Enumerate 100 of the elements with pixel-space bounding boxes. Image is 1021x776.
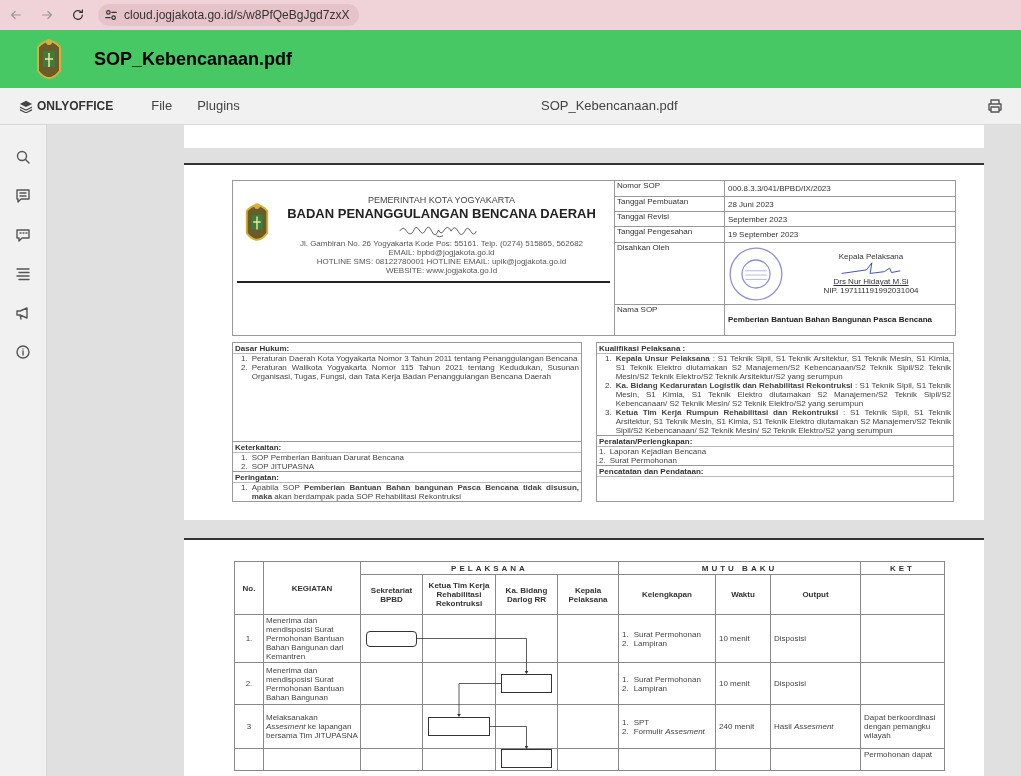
- list-item: Ka. Bidang Kedaruratan Logistik dan Rehabilitasi Rekontruksi : S1 Teknik Sipil, S1 Teknik Mesin, S1 Kimia, S1 Teknik Elektro diutamakan S2 Manajemen/S2 Teknik Sipil/S2 Kebencanaan/ S2 Teknik Mesin/ S2 Teknik Elektro/S2 yang serumpun: [615, 381, 951, 408]
- section-heading: Keterkaitan:: [233, 442, 581, 453]
- list-number: 1.: [605, 354, 612, 365]
- megaphone-icon[interactable]: [15, 305, 31, 321]
- connector-arrow: [457, 683, 502, 717]
- activity-text: Menerima dan mendisposisi Surat Permohonan Bantuan Bahan Bangunan dari Kemantren: [266, 616, 345, 661]
- list-number: 2.: [241, 363, 248, 374]
- duration-text: 10 menit: [719, 679, 750, 688]
- list-item: Formulir Assesment: [633, 726, 705, 736]
- activity-text: Melaksanakan Assesment ke lapangan bersama Tim JITUPASNA: [266, 713, 358, 740]
- connector-arrow: [489, 726, 529, 749]
- list-number: 1.: [241, 453, 248, 462]
- section-heading: Kualifikasi Pelaksana :: [597, 343, 953, 354]
- field-label: Tanggal Revisi: [617, 212, 670, 221]
- signer-position: Kepala Pelaksana: [838, 252, 904, 261]
- flowchart-box: [501, 674, 552, 693]
- duration-text: 10 menit: [719, 634, 750, 643]
- search-icon[interactable]: [15, 149, 31, 165]
- field-value: 000.8.3.3/041/BPBD/IX/2023: [728, 184, 831, 193]
- file-title: SOP_Kebencanaan.pdf: [94, 47, 293, 71]
- headings-list-icon[interactable]: [15, 266, 31, 282]
- column-header: Output: [770, 574, 861, 615]
- duration-text: 240 menit: [719, 722, 755, 731]
- field-value: 28 Juni 2023: [728, 199, 774, 209]
- list-item: Laporan Kejadian Bencana: [609, 447, 708, 456]
- agency-name: BADAN PENANGGULANGAN BENCANA DAERAH: [287, 206, 596, 221]
- field-label: Disahkan Oleh: [617, 243, 670, 252]
- print-icon[interactable]: [987, 98, 1003, 114]
- government-name: PEMERINTAH KOTA YOGYAKARTA: [367, 195, 515, 206]
- list-number: 2.: [241, 462, 248, 471]
- section-heading: Dasar Hukum:: [233, 343, 581, 354]
- list-item: SOP JITUPASNA: [251, 462, 316, 471]
- list-item: Kepala Unsur Pelaksana : S1 Teknik Sipil, S1 Teknik Arsitektur, S1 Teknik Mesin, S1 Kimia, S1 Teknik Elektro diutamakan S2 Manajemen/S2 Kebencanaan/S2 Teknik Sipil/S2 Teknik Mesin/S2 Teknik Elektro/S2 Teknik Arsitektur/S2 yang serumpun: [615, 354, 951, 381]
- field-value: 19 September 2023: [728, 230, 799, 239]
- column-header: No.: [234, 561, 264, 615]
- menu-item[interactable]: File: [151, 96, 173, 116]
- field-value: September 2023: [728, 214, 788, 224]
- output-text: Hasil Assesment: [774, 722, 834, 731]
- list-number: 2.: [622, 638, 629, 648]
- field-label: Nomor SOP: [617, 181, 661, 190]
- official-stamp-drawing: [728, 245, 784, 302]
- reload-icon[interactable]: [71, 8, 85, 22]
- address-line: HOTLINE SMS: 08122780001 HOTLINE EMAIL: upik@jogjakota.go.id: [316, 257, 567, 266]
- column-header: Waktu: [715, 574, 771, 615]
- menu-item[interactable]: Plugins: [197, 96, 240, 116]
- signer-name: Drs Nur Hidayat M.Si: [833, 277, 909, 286]
- list-number: 1.: [241, 354, 248, 363]
- comment-icon[interactable]: [15, 188, 31, 204]
- column-header: Ka. Bidang Darlog RR: [495, 574, 558, 615]
- column-header: Sekretariat BPBD: [360, 574, 423, 615]
- address-line: EMAIL: bpbd@jogjakota.go.id: [388, 248, 495, 257]
- output-text: Disposisi: [774, 679, 806, 688]
- list-item: Surat Permohonan: [633, 629, 701, 639]
- list-item: Lampiran: [633, 638, 668, 648]
- field-label: Tanggal Pengesahan: [617, 227, 693, 236]
- flowchart-box: [501, 749, 552, 768]
- list-number: 1.: [599, 447, 606, 456]
- list-number: 1.: [622, 674, 629, 684]
- info-icon[interactable]: [15, 344, 31, 360]
- list-number: 2.: [605, 381, 612, 392]
- list-number: 3.: [605, 408, 612, 419]
- list-item: Lampiran: [633, 683, 668, 693]
- note-text: Permohonan dapat: [864, 750, 934, 759]
- row-number: 3: [246, 722, 252, 731]
- note-text: Dapat berkoordinasi dengan pemangku wilayah: [864, 713, 937, 740]
- field-label: Tanggal Pembuatan: [617, 197, 689, 206]
- list-item: Peraturan Walikota Yogyakarta Nomor 115 Tahun 2021 tentang Kedudukan, Susunan Organisasi, Tugas, Fungsi, dan Tata Kerja Badan Penanggulangan Bencana Daerah: [251, 363, 579, 381]
- activity-text: Menerima dan mendisposisi Surat Permohonan Bantuan Bahan Bangunan: [266, 665, 345, 702]
- section-heading: Peralatan/Perlengkapan:: [597, 436, 953, 447]
- list-number: 2.: [622, 726, 629, 736]
- column-header: Ketua Tim Kerja Rehabilitasi Rekontruksi: [422, 574, 496, 615]
- group-header: MUTU BAKU: [618, 561, 861, 575]
- column-header: KEGIATAN: [263, 561, 361, 615]
- section-heading: Pencatatan dan Pendataan:: [597, 466, 953, 477]
- list-item: Surat Permohonan: [633, 674, 701, 684]
- list-number: 2.: [622, 683, 629, 693]
- flowchart-box: [428, 717, 490, 736]
- list-item: Ketua Tim Kerja Rumpun Rehabilitasi dan Rekontruksi : S1 Teknik Sipil, S1 Teknik Arsitektur, S1 Teknik Mesin, S1 Kimia, S1 Teknik Elektro diutamakan S2 Manajemen/S2 Teknik Sipil/S2 Kebencanaan/ S2 Teknik Mesin/ S2 Teknik Elektro/S2 yang serumpun: [615, 408, 951, 435]
- address-line: Jl. Gambiran No. 26 Yogyakarta Kode Pos: 55161. Telp. (0274) 515865, 562682: [299, 239, 584, 248]
- address-line: WEBSITE: www.jogjakota.go.id: [385, 266, 498, 275]
- brand-name: ONLYOFFICE: [37, 98, 114, 115]
- list-number: 1.: [622, 717, 629, 727]
- group-header: KET: [860, 561, 945, 575]
- list-number: 2.: [599, 456, 606, 465]
- layers-logo-icon: [19, 99, 33, 113]
- list-item: Apabila SOP Pemberian Bantuan Bahan bangunan Pasca Bencana tidak disusun, maka akan berdampak pada SOP Rehabilitasi Rekontruksi: [251, 483, 579, 501]
- chat-icon[interactable]: [15, 227, 31, 243]
- document-title: SOP_Kebencanaan.pdf: [541, 97, 678, 116]
- column-header: Kelengkapan: [618, 574, 716, 615]
- sop-title: Pemberian Bantuan Bahan Bangunan Pasca Bencana: [728, 315, 933, 325]
- list-item: Surat Permohonan: [609, 456, 678, 465]
- site-settings-icon[interactable]: [104, 8, 118, 22]
- output-text: Disposisi: [774, 634, 806, 643]
- signer-nip: NIP. 197111191992031004: [823, 286, 919, 295]
- flowchart-box: [366, 630, 417, 647]
- column-header: Kepala Pelaksana: [557, 574, 619, 615]
- list-item: SOP Pemberian Bantuan Darurat Bencana: [251, 453, 406, 462]
- list-number: 1.: [622, 629, 629, 639]
- section-heading: Peringatan:: [233, 472, 581, 483]
- group-header: PELAKSANA: [360, 561, 619, 575]
